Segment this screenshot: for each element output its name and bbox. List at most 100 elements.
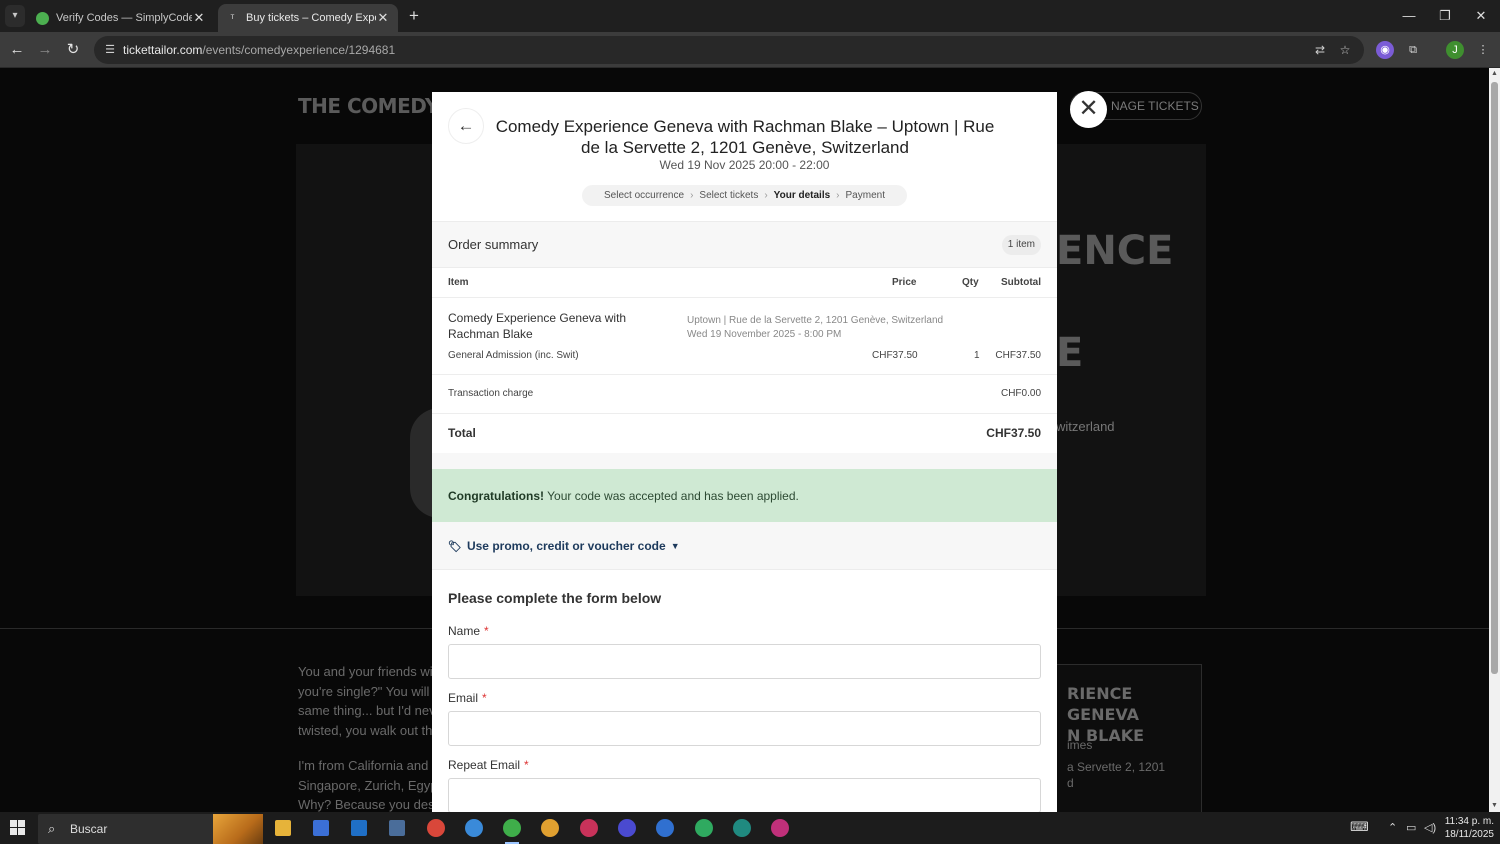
- item-datetime-text: Wed 19 November 2025 - 8:00 PM: [687, 329, 842, 340]
- divider: [432, 297, 1057, 298]
- back-arrow-button[interactable]: ←: [448, 108, 484, 144]
- url-path: /events/comedyexperience/1294681: [202, 43, 396, 57]
- step-payment: Payment: [845, 190, 885, 201]
- extensions-puzzle-icon[interactable]: ⧉: [1404, 41, 1422, 59]
- tab-tickettailor[interactable]: ᵀ Buy tickets – Comedy Experience ✕: [218, 4, 398, 32]
- bookmark-star-icon[interactable]: ☆: [1337, 42, 1353, 58]
- email-label-text: Email: [448, 691, 479, 705]
- order-item-name: Comedy Experience Geneva with Rachman Bl…: [448, 311, 627, 341]
- event-side-card: RIENCE GENEVA N BLAKE imes a Servette 2, …: [1056, 664, 1202, 812]
- system-clock[interactable]: 11:34 p. m. 18/11/2025: [1444, 815, 1494, 841]
- repeat-email-field[interactable]: [448, 778, 1041, 812]
- hero-title-fragment: ENCE: [1056, 228, 1174, 274]
- chrome-profile-icon[interactable]: [465, 819, 483, 837]
- ticket-type: General Admission (inc. Swit): [448, 350, 579, 361]
- close-modal-button[interactable]: ✕: [1070, 91, 1107, 128]
- transaction-charge-label: Transaction charge: [448, 388, 534, 399]
- windows-taskbar: ⌕ Buscar ⌨ ⌃ ▭ ◁) 11:34 p. m. 18/11/2025: [0, 812, 1500, 844]
- chrome-profile-icon[interactable]: [733, 819, 751, 837]
- restore-button[interactable]: ❐: [1430, 6, 1460, 26]
- step-select-tickets[interactable]: Select tickets: [693, 190, 764, 201]
- email-label: Email *: [448, 691, 487, 705]
- caret-down-icon: ▼: [670, 541, 680, 551]
- column-header-item: Item: [448, 277, 469, 288]
- site-info-icon[interactable]: ☰: [102, 42, 118, 58]
- address-bar[interactable]: ☰ tickettailor.com/events/comedyexperien…: [94, 36, 1364, 64]
- ticket-price: CHF37.50: [872, 350, 918, 361]
- toolbar: ← → ↻ ☰ tickettailor.com/events/comedyex…: [0, 32, 1500, 68]
- translate-icon[interactable]: ⇄: [1312, 42, 1328, 58]
- scroll-up-icon[interactable]: ▲: [1489, 68, 1500, 80]
- forward-icon[interactable]: →: [34, 39, 56, 61]
- promo-link-label: Use promo, credit or voucher code: [466, 539, 666, 553]
- card-text: d: [1067, 776, 1074, 790]
- name-field[interactable]: [448, 644, 1041, 679]
- chrome-profile-icon[interactable]: [541, 819, 559, 837]
- windows-start-icon[interactable]: [10, 820, 26, 836]
- promo-code-toggle[interactable]: 🏷 Use promo, credit or voucher code ▼: [448, 539, 680, 553]
- profile-avatar[interactable]: J: [1446, 41, 1464, 59]
- chrome-profile-icon[interactable]: [580, 819, 598, 837]
- file-explorer-icon[interactable]: [275, 820, 291, 836]
- transaction-charge-value: CHF0.00: [1000, 388, 1041, 399]
- required-asterisk: *: [482, 691, 487, 705]
- promo-success-alert: Congratulations! Your code was accepted …: [432, 469, 1057, 522]
- keyboard-icon[interactable]: ⌨: [1350, 819, 1369, 835]
- tab-search-button[interactable]: ▾: [5, 5, 25, 27]
- order-item-location: Uptown | Rue de la Servette 2, 1201 Genè…: [687, 314, 943, 342]
- success-bold: Congratulations!: [448, 489, 544, 503]
- repeat-email-label-text: Repeat Email: [448, 758, 521, 772]
- required-asterisk: *: [524, 758, 529, 772]
- description-line: I'm from California and I: [298, 758, 436, 773]
- total-value: CHF37.50: [986, 426, 1041, 440]
- reload-icon[interactable]: ↻: [62, 39, 84, 61]
- tab-title: Buy tickets – Comedy Experience: [246, 12, 376, 24]
- minimize-button[interactable]: —: [1394, 6, 1424, 26]
- menu-kebab-icon[interactable]: ⋮: [1474, 41, 1492, 59]
- chrome-profile-icon[interactable]: [695, 819, 713, 837]
- item-location-text: Uptown | Rue de la Servette 2, 1201 Genè…: [687, 315, 944, 326]
- event-date: Wed 19 Nov 2025 20:00 - 22:00: [659, 158, 830, 172]
- chrome-profile-icon[interactable]: [503, 819, 521, 837]
- description-line: Singapore, Zurich, Egyp: [298, 777, 438, 793]
- divider: [432, 374, 1057, 375]
- url-host: tickettailor.com: [123, 43, 203, 57]
- chrome-profile-icon[interactable]: [771, 819, 789, 837]
- card-text: imes: [1067, 738, 1093, 752]
- chrome-profile-icon[interactable]: [656, 819, 674, 837]
- clock-date: 18/11/2025: [1444, 829, 1494, 840]
- order-summary-title: Order summary: [448, 237, 539, 252]
- total-label: Total: [448, 426, 476, 440]
- description-line: Why? Because you dese: [298, 797, 438, 812]
- close-tab-icon[interactable]: ✕: [192, 10, 206, 26]
- required-asterisk: *: [484, 624, 489, 638]
- close-window-button[interactable]: ✕: [1466, 6, 1496, 26]
- success-message: Congratulations! Your code was accepted …: [448, 489, 799, 503]
- taskbar-search[interactable]: ⌕ Buscar: [38, 814, 263, 844]
- chevron-up-icon[interactable]: ⌃: [1388, 821, 1397, 834]
- store-icon[interactable]: [313, 820, 329, 836]
- name-label-text: Name: [448, 624, 481, 638]
- extension-icon[interactable]: ◉: [1376, 41, 1394, 59]
- close-tab-icon[interactable]: ✕: [376, 10, 390, 26]
- network-icon[interactable]: ▭: [1406, 821, 1416, 834]
- item-count-badge: 1 item: [1001, 235, 1041, 255]
- simplycodes-favicon-icon: [36, 11, 49, 25]
- outlook-icon[interactable]: [351, 820, 367, 836]
- checkout-modal: ← Comedy Experience Geneva with Rachman …: [432, 92, 1057, 812]
- scrollbar-thumb[interactable]: [1491, 82, 1498, 674]
- tab-simplycodes[interactable]: Verify Codes — SimplyCodes ✕: [28, 4, 214, 32]
- description-line: same thing... but I'd nev: [298, 703, 436, 718]
- description-line: twisted, you walk out thi: [298, 722, 436, 738]
- card-text: a Servette 2, 1201: [1067, 760, 1166, 774]
- back-icon[interactable]: ←: [6, 39, 28, 61]
- volume-icon[interactable]: ◁): [1424, 821, 1436, 834]
- calculator-icon[interactable]: [389, 820, 405, 836]
- chrome-profile-icon[interactable]: [427, 819, 445, 837]
- chrome-profile-icon[interactable]: [618, 819, 636, 837]
- page-scrollbar[interactable]: ▲ ▼: [1489, 68, 1500, 812]
- new-tab-button[interactable]: +: [404, 5, 424, 27]
- step-select-occurrence[interactable]: Select occurrence: [598, 190, 690, 201]
- scroll-down-icon[interactable]: ▼: [1489, 800, 1500, 812]
- email-field[interactable]: [448, 711, 1041, 746]
